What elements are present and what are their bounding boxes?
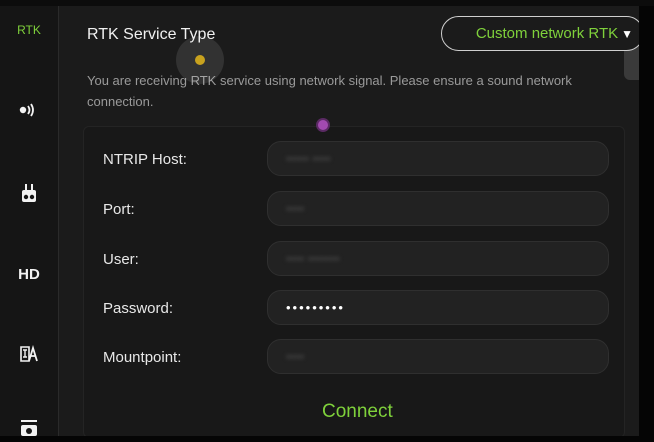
caret-down-icon: ▼ [621,26,633,41]
connect-button[interactable]: Connect [322,401,393,423]
sidebar-item-rtk[interactable]: RTK [0,10,58,50]
port-label: Port: [103,201,135,218]
user-value: •••• ••••••• [286,251,340,266]
user-label: User: [103,251,139,268]
rtk-service-type-dropdown[interactable]: Custom network RTK ▼ [441,16,639,51]
language-icon [20,344,38,367]
sidebar-item-language[interactable] [0,336,58,376]
user-input[interactable]: •••• ••••••• [267,241,609,276]
sidebar-item-label: RTK [17,23,41,37]
sidebar-item-camera[interactable] [0,416,58,442]
password-value: ••••••••• [286,300,345,315]
touch-indicator-dot [195,55,205,65]
port-input[interactable]: •••• [267,191,609,226]
settings-sidebar: RTK HD [0,6,59,436]
ntrip-host-label: NTRIP Host: [103,151,187,168]
sidebar-item-label: HD [18,265,40,283]
remote-controller-icon [21,184,37,208]
network-notice: You are receiving RTK service using netw… [87,73,572,109]
rtk-settings-panel: RTK Service Type Custom network RTK ▼ Yo… [59,6,639,436]
camera-icon [20,416,38,440]
mountpoint-input[interactable]: •••• [267,339,609,374]
sidebar-item-aircraft-signal[interactable] [0,92,58,132]
mountpoint-value: •••• [286,349,305,364]
touch-indicator-dot [316,118,330,132]
port-value: •••• [286,201,305,216]
service-type-value: Custom network RTK [475,25,619,42]
sidebar-item-hd[interactable]: HD [0,254,58,294]
ntrip-host-input[interactable]: ••••• •••• [267,141,609,176]
password-input[interactable]: ••••••••• [267,290,609,325]
signal-icon [18,102,40,122]
password-label: Password: [103,300,174,317]
mountpoint-label: Mountpoint: [103,349,182,366]
ntrip-host-value: ••••• •••• [286,151,331,166]
sidebar-item-remote-controller[interactable] [0,176,58,216]
